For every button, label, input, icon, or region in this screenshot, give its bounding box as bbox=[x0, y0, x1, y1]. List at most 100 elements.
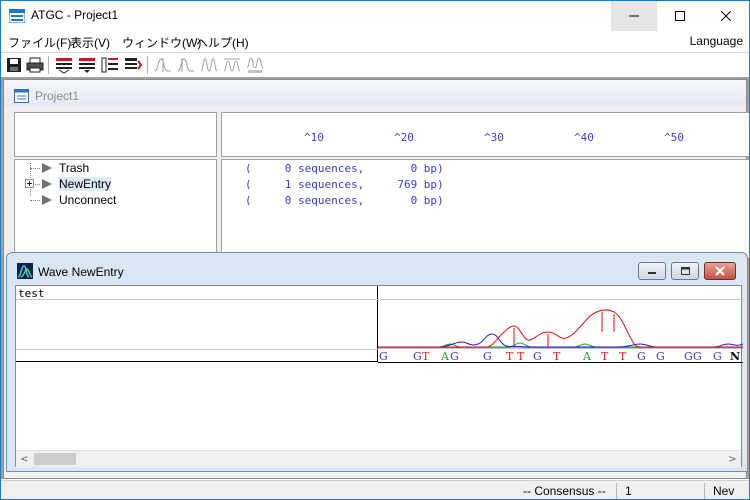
ruler-tick: ^30 bbox=[484, 131, 504, 144]
assemble-icon[interactable] bbox=[55, 56, 73, 74]
status-consensus: -- Consensus -- bbox=[523, 484, 606, 498]
tree-item-trash[interactable]: Trash bbox=[59, 161, 89, 175]
sequence-row: ( 1 sequences, 769 bp) bbox=[245, 178, 444, 191]
project-title-bar: Project1 bbox=[4, 80, 746, 106]
menu-bar: ファイル(F) 表示(V) ウィンドウ(W) ヘルプ(H) Language bbox=[1, 31, 749, 51]
wave-icon-4[interactable] bbox=[223, 56, 241, 74]
close-icon bbox=[721, 11, 731, 21]
wave-close-button[interactable] bbox=[704, 262, 736, 280]
horizontal-scrollbar[interactable]: < > bbox=[16, 450, 741, 467]
status-bar: -- Consensus -- 1 Nev bbox=[1, 480, 749, 499]
wave-window: Wave NewEntry test G G T A G G T T G T A… bbox=[6, 252, 748, 472]
document-icon bbox=[14, 89, 29, 103]
chevron-left-icon: < bbox=[20, 454, 29, 465]
base-call: G bbox=[450, 350, 459, 363]
base-call: T bbox=[601, 350, 609, 363]
base-call: G bbox=[637, 350, 646, 363]
toolbar-separator bbox=[48, 56, 49, 74]
status-position: 1 bbox=[625, 484, 632, 498]
wave-icon-2[interactable] bbox=[177, 56, 195, 74]
menu-view[interactable]: 表示(V) bbox=[70, 34, 110, 51]
ruler-tick: ^20 bbox=[394, 131, 414, 144]
ruler-tick: ^40 bbox=[574, 131, 594, 144]
trace-green bbox=[378, 342, 743, 348]
base-call: T bbox=[619, 350, 627, 363]
align-icon[interactable] bbox=[101, 56, 119, 74]
grid-line bbox=[16, 349, 378, 350]
close-icon bbox=[715, 266, 725, 276]
tree-pane: Trash NewEntry Unconnect bbox=[14, 159, 217, 259]
title-bar: ATGC - Project1 bbox=[1, 1, 749, 31]
wave-window-title: Wave NewEntry bbox=[38, 265, 124, 279]
base-call: A bbox=[583, 350, 591, 363]
plus-icon bbox=[27, 181, 32, 186]
maximize-icon bbox=[675, 11, 685, 21]
chevron-right-icon: > bbox=[728, 454, 737, 465]
chromatogram-plot: G G T A G G T T G T A T T G G G G G N bbox=[378, 286, 743, 363]
chromatogram-icon bbox=[17, 263, 33, 279]
status-separator bbox=[616, 483, 617, 499]
print-icon[interactable] bbox=[26, 56, 44, 74]
project-title: Project1 bbox=[35, 89, 80, 103]
sequence-row: ( 0 sequences, 0 bp) bbox=[245, 194, 444, 207]
base-call: G bbox=[533, 350, 542, 363]
scroll-thumb[interactable] bbox=[34, 453, 76, 465]
export-icon[interactable] bbox=[124, 56, 142, 74]
tree-connector bbox=[30, 168, 40, 169]
base-call: G bbox=[483, 350, 492, 363]
node-arrow-icon bbox=[42, 179, 52, 189]
menu-window[interactable]: ウィンドウ(W) bbox=[122, 34, 201, 51]
menu-language[interactable]: Language bbox=[690, 34, 743, 48]
tree-item-unconnect[interactable]: Unconnect bbox=[59, 193, 116, 207]
trace-red bbox=[378, 309, 743, 348]
wave-icon-1[interactable] bbox=[154, 56, 172, 74]
save-icon[interactable] bbox=[5, 56, 23, 74]
window-title: ATGC - Project1 bbox=[31, 8, 119, 22]
base-call: G bbox=[693, 350, 702, 363]
ruler-tick: ^50 bbox=[664, 131, 684, 144]
expand-toggle[interactable] bbox=[25, 179, 34, 188]
minimize-icon bbox=[629, 15, 639, 17]
tree-connector bbox=[30, 200, 40, 201]
base-call: T bbox=[553, 350, 561, 363]
base-call: T bbox=[506, 350, 514, 363]
tree-item-newentry[interactable]: NewEntry bbox=[59, 177, 112, 191]
base-call: T bbox=[517, 350, 525, 363]
sequence-row: ( 0 sequences, 0 bp) bbox=[245, 162, 444, 175]
sequence-pane: ( 0 sequences, 0 bp) ( 1 sequences, 769 … bbox=[221, 159, 749, 259]
menu-help[interactable]: ヘルプ(H) bbox=[196, 34, 249, 51]
tree-connector bbox=[35, 184, 40, 185]
app-icon bbox=[9, 9, 25, 23]
minimize-icon bbox=[648, 272, 656, 274]
grid-line bbox=[16, 299, 378, 300]
base-call: T bbox=[422, 350, 430, 363]
wave-minimize-button[interactable] bbox=[638, 262, 666, 280]
menu-file[interactable]: ファイル(F) bbox=[8, 34, 71, 51]
base-call: G bbox=[379, 350, 388, 363]
wave-restore-button[interactable] bbox=[671, 262, 699, 280]
restore-icon bbox=[681, 267, 690, 275]
node-arrow-icon bbox=[42, 195, 52, 205]
base-call: G bbox=[713, 350, 722, 363]
toolbar bbox=[1, 52, 749, 77]
wave-reset-icon[interactable] bbox=[246, 56, 264, 74]
status-separator bbox=[704, 483, 705, 499]
assemble-alt-icon[interactable] bbox=[78, 56, 96, 74]
track-label-pane: test bbox=[16, 286, 378, 362]
scroll-right-button[interactable]: > bbox=[724, 451, 741, 468]
header-left-pane bbox=[14, 112, 217, 157]
trace-canvas bbox=[378, 309, 743, 349]
scroll-left-button[interactable]: < bbox=[16, 451, 33, 468]
status-mode: Nev bbox=[713, 484, 735, 498]
node-arrow-icon bbox=[42, 163, 52, 173]
toolbar-separator bbox=[147, 56, 148, 74]
ruler-tick: ^10 bbox=[304, 131, 324, 144]
wave-icon-3[interactable] bbox=[200, 56, 218, 74]
ruler-pane: ^10 ^20 ^30 ^40 ^50 bbox=[221, 112, 749, 157]
close-button[interactable] bbox=[703, 1, 749, 31]
base-call: A bbox=[441, 350, 449, 363]
maximize-button[interactable] bbox=[657, 1, 703, 31]
app-window: ATGC - Project1 ファイル(F) 表示(V) ウィンドウ(W) ヘ… bbox=[0, 0, 750, 500]
base-call: G bbox=[413, 350, 422, 363]
minimize-button[interactable] bbox=[611, 1, 657, 31]
